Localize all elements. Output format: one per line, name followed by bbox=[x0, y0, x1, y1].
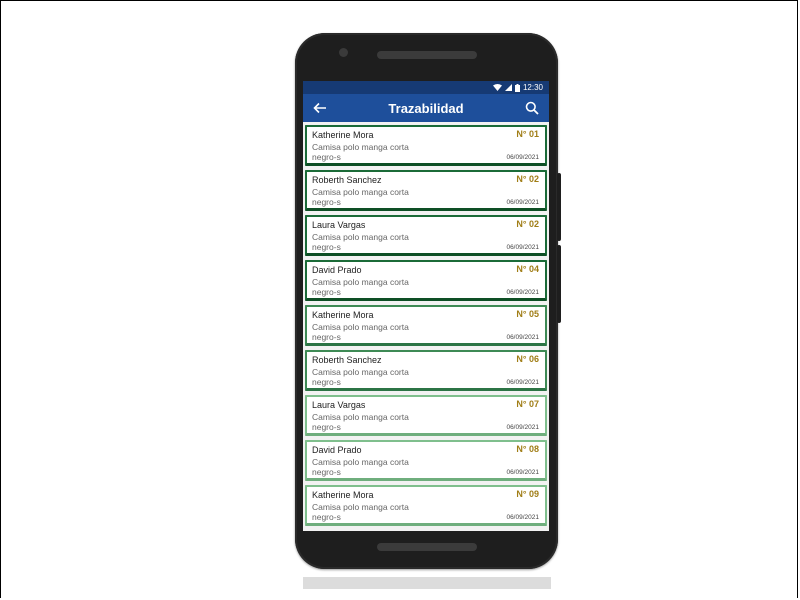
item-description: Camisa polo manga corta bbox=[312, 187, 409, 197]
volume-button bbox=[557, 173, 561, 241]
item-variant: negro-s bbox=[312, 512, 341, 522]
phone-screen: 12:30 Trazabilidad Katherine Mora N° 01 … bbox=[303, 81, 549, 531]
page-title: Trazabilidad bbox=[388, 100, 464, 116]
item-variant: negro-s bbox=[312, 377, 341, 387]
item-date: 06/09/2021 bbox=[506, 334, 539, 341]
item-number: N° 02 bbox=[516, 174, 539, 184]
list-item[interactable]: David Prado N° 08 Camisa polo manga cort… bbox=[305, 440, 547, 481]
item-description: Camisa polo manga corta bbox=[312, 367, 409, 377]
signal-icon bbox=[504, 84, 512, 91]
item-name: Katherine Mora bbox=[312, 310, 374, 320]
item-description: Camisa polo manga corta bbox=[312, 142, 409, 152]
search-icon[interactable] bbox=[523, 99, 541, 117]
earpiece-speaker bbox=[377, 51, 477, 59]
list-item[interactable]: David Prado N° 04 Camisa polo manga cort… bbox=[305, 260, 547, 301]
bottom-speaker bbox=[377, 543, 477, 551]
item-name: David Prado bbox=[312, 445, 362, 455]
item-description: Camisa polo manga corta bbox=[312, 502, 409, 512]
item-description: Camisa polo manga corta bbox=[312, 232, 409, 242]
item-name: Laura Vargas bbox=[312, 400, 366, 410]
status-time: 12:30 bbox=[522, 83, 543, 92]
item-date: 06/09/2021 bbox=[506, 289, 539, 296]
item-date: 06/09/2021 bbox=[506, 244, 539, 251]
list-item[interactable]: Laura Vargas N° 07 Camisa polo manga cor… bbox=[305, 395, 547, 436]
list-item[interactable]: Roberth Sanchez N° 02 Camisa polo manga … bbox=[305, 170, 547, 211]
item-date: 06/09/2021 bbox=[506, 424, 539, 431]
item-description: Camisa polo manga corta bbox=[312, 277, 409, 287]
item-variant: negro-s bbox=[312, 197, 341, 207]
item-date: 06/09/2021 bbox=[506, 199, 539, 206]
list-item[interactable]: Katherine Mora N° 05 Camisa polo manga c… bbox=[305, 305, 547, 346]
item-variant: negro-s bbox=[312, 422, 341, 432]
list-item[interactable]: Roberth Sanchez N° 06 Camisa polo manga … bbox=[305, 350, 547, 391]
item-number: N° 08 bbox=[516, 444, 539, 454]
wifi-icon bbox=[492, 84, 502, 91]
list-item[interactable]: Katherine Mora N° 09 Camisa polo manga c… bbox=[305, 485, 547, 526]
item-date: 06/09/2021 bbox=[506, 514, 539, 521]
item-name: Roberth Sanchez bbox=[312, 175, 382, 185]
phone-device: 12:30 Trazabilidad Katherine Mora N° 01 … bbox=[295, 33, 561, 569]
item-name: Roberth Sanchez bbox=[312, 355, 382, 365]
item-variant: negro-s bbox=[312, 467, 341, 477]
item-variant: negro-s bbox=[312, 287, 341, 297]
item-number: N° 05 bbox=[516, 309, 539, 319]
item-number: N° 04 bbox=[516, 264, 539, 274]
item-number: N° 07 bbox=[516, 399, 539, 409]
item-variant: negro-s bbox=[312, 332, 341, 342]
item-name: Laura Vargas bbox=[312, 220, 366, 230]
app-bar: Trazabilidad bbox=[303, 94, 549, 122]
power-button bbox=[557, 245, 561, 323]
traceability-list: Katherine Mora N° 01 Camisa polo manga c… bbox=[303, 122, 549, 526]
item-description: Camisa polo manga corta bbox=[312, 457, 409, 467]
item-number: N° 06 bbox=[516, 354, 539, 364]
arrow-left-icon[interactable] bbox=[311, 99, 329, 117]
item-name: Katherine Mora bbox=[312, 490, 374, 500]
item-name: David Prado bbox=[312, 265, 362, 275]
item-number: N° 09 bbox=[516, 489, 539, 499]
item-variant: negro-s bbox=[312, 152, 341, 162]
item-name: Katherine Mora bbox=[312, 130, 374, 140]
front-camera bbox=[339, 48, 348, 57]
item-number: N° 02 bbox=[516, 219, 539, 229]
list-item[interactable]: Katherine Mora N° 01 Camisa polo manga c… bbox=[305, 125, 547, 166]
item-date: 06/09/2021 bbox=[506, 154, 539, 161]
item-description: Camisa polo manga corta bbox=[312, 412, 409, 422]
phone-reflection bbox=[303, 577, 551, 589]
item-date: 06/09/2021 bbox=[506, 379, 539, 386]
item-variant: negro-s bbox=[312, 242, 341, 252]
battery-icon bbox=[514, 83, 520, 92]
item-number: N° 01 bbox=[516, 129, 539, 139]
list-item[interactable]: Laura Vargas N° 02 Camisa polo manga cor… bbox=[305, 215, 547, 256]
item-description: Camisa polo manga corta bbox=[312, 322, 409, 332]
status-bar: 12:30 bbox=[303, 81, 549, 94]
item-date: 06/09/2021 bbox=[506, 469, 539, 476]
